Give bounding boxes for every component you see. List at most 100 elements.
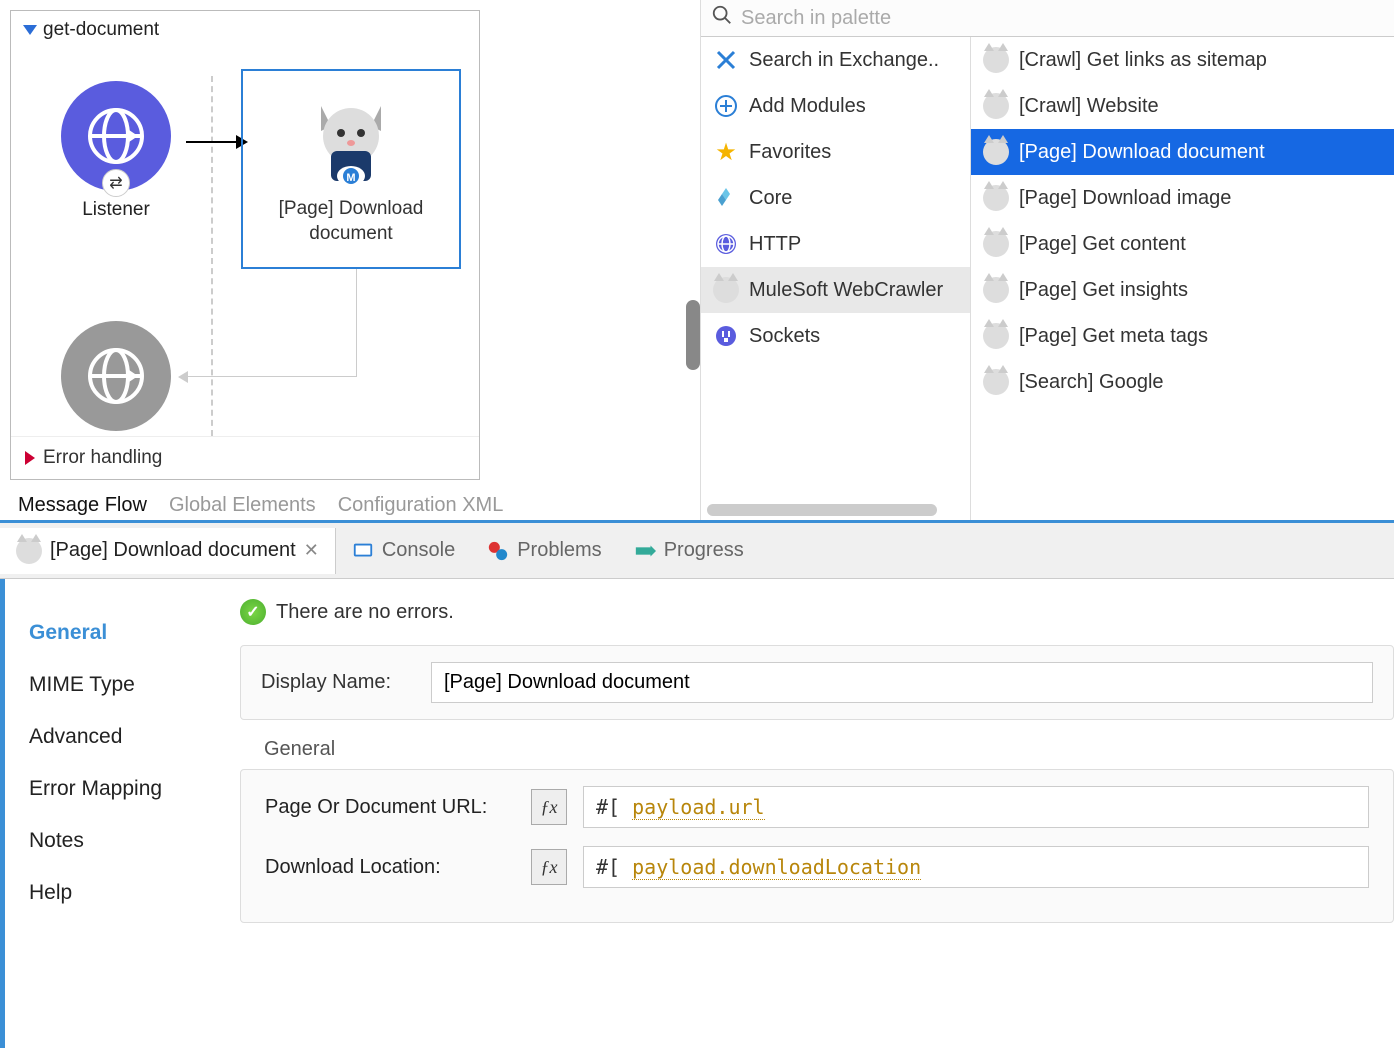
properties-main: ✓ There are no errors. Display Name: Gen… bbox=[220, 579, 1394, 1048]
divider-line bbox=[211, 76, 213, 436]
cat-icon bbox=[983, 185, 1009, 211]
exchange-icon bbox=[713, 47, 739, 73]
tab-console[interactable]: Console bbox=[336, 529, 471, 572]
props-tab-general[interactable]: General bbox=[23, 607, 202, 659]
display-name-input[interactable] bbox=[431, 662, 1373, 703]
palette-op--page-get-content[interactable]: [Page] Get content bbox=[971, 221, 1394, 267]
canvas-area: get-document ⇄ Listener bbox=[0, 0, 700, 520]
listener-icon: ⇄ bbox=[61, 81, 171, 191]
cat-icon bbox=[16, 538, 42, 564]
cat-icon bbox=[983, 277, 1009, 303]
palette-category-add-modules[interactable]: Add Modules bbox=[701, 83, 970, 129]
palette-op--page-download-document[interactable]: [Page] Download document bbox=[971, 129, 1394, 175]
error-handling-section[interactable]: Error handling bbox=[11, 436, 479, 479]
cat-icon bbox=[983, 47, 1009, 73]
palette-categories: Search in Exchange..Add Modules★Favorite… bbox=[701, 37, 971, 520]
props-tab-notes[interactable]: Notes bbox=[23, 815, 202, 867]
response-icon bbox=[61, 321, 171, 431]
props-tab-advanced[interactable]: Advanced bbox=[23, 711, 202, 763]
problems-icon bbox=[487, 540, 509, 562]
flow-arrow bbox=[186, 141, 246, 143]
download-label: [Page] Download document bbox=[249, 197, 453, 246]
exchange-icon: ⇄ bbox=[102, 169, 130, 197]
flow-container[interactable]: get-document ⇄ Listener bbox=[10, 10, 480, 480]
palette-op--page-get-insights[interactable]: [Page] Get insights bbox=[971, 267, 1394, 313]
general-section-title: General bbox=[264, 738, 1394, 761]
cat-icon bbox=[983, 93, 1009, 119]
location-field-row: Download Location: ƒx #[ payload.downloa… bbox=[265, 846, 1369, 888]
cat-icon bbox=[983, 369, 1009, 395]
palette-op--page-download-image[interactable]: [Page] Download image bbox=[971, 175, 1394, 221]
palette-category-favorites[interactable]: ★Favorites bbox=[701, 129, 970, 175]
display-name-group: Display Name: bbox=[240, 645, 1394, 720]
tab-progress[interactable]: Progress bbox=[618, 529, 760, 572]
connector-line-h bbox=[186, 376, 356, 377]
palette-category-http[interactable]: HTTP bbox=[701, 221, 970, 267]
status-row: ✓ There are no errors. bbox=[240, 599, 1394, 625]
horizontal-scrollbar[interactable] bbox=[707, 504, 937, 516]
scrollbar-thumb[interactable] bbox=[686, 300, 700, 370]
palette-op--page-get-meta-tags[interactable]: [Page] Get meta tags bbox=[971, 313, 1394, 359]
palette-op--search-google[interactable]: [Search] Google bbox=[971, 359, 1394, 405]
close-icon[interactable]: ✕ bbox=[304, 540, 319, 561]
search-icon bbox=[711, 4, 733, 32]
core-icon bbox=[713, 185, 739, 211]
status-text: There are no errors. bbox=[276, 601, 454, 624]
tab-label: [Page] Download document bbox=[50, 539, 296, 562]
url-field-row: Page Or Document URL: ƒx #[ payload.url bbox=[265, 786, 1369, 828]
palette-op--crawl-get-links-as-sitemap[interactable]: [Crawl] Get links as sitemap bbox=[971, 37, 1394, 83]
cat-icon bbox=[983, 231, 1009, 257]
download-document-node[interactable]: M [Page] Download document bbox=[241, 69, 461, 269]
fx-button-url[interactable]: ƒx bbox=[531, 789, 567, 825]
props-tab-error-mapping[interactable]: Error Mapping bbox=[23, 763, 202, 815]
svg-text:M: M bbox=[346, 172, 355, 184]
listener-node[interactable]: ⇄ Listener bbox=[61, 81, 171, 221]
console-icon bbox=[352, 540, 374, 562]
connector-line-v bbox=[356, 269, 357, 377]
palette-category-mulesoft-webcrawler[interactable]: MuleSoft WebCrawler bbox=[701, 267, 970, 313]
mule-palette: Search in Exchange..Add Modules★Favorite… bbox=[700, 0, 1394, 520]
cat-icon bbox=[713, 277, 739, 303]
flow-name: get-document bbox=[43, 19, 159, 41]
canvas-view-tabs: Message Flow Global Elements Configurati… bbox=[10, 480, 690, 531]
listener-label: Listener bbox=[61, 199, 171, 221]
palette-category-search-in-exchange-[interactable]: Search in Exchange.. bbox=[701, 37, 970, 83]
palette-search-row bbox=[701, 0, 1394, 37]
globe-arrow-icon bbox=[86, 106, 146, 166]
tab-problems[interactable]: Problems bbox=[471, 529, 617, 572]
display-name-label: Display Name: bbox=[261, 671, 411, 694]
webcrawler-cat-icon: M bbox=[301, 91, 401, 191]
palette-category-sockets[interactable]: Sockets bbox=[701, 313, 970, 359]
palette-op--crawl-website[interactable]: [Crawl] Website bbox=[971, 83, 1394, 129]
properties-panel: [Page] Download document ✕ Console Probl… bbox=[0, 520, 1394, 1048]
ok-icon: ✓ bbox=[240, 599, 266, 625]
props-tab-help[interactable]: Help bbox=[23, 867, 202, 919]
progress-icon bbox=[634, 540, 656, 562]
general-section: Page Or Document URL: ƒx #[ payload.url … bbox=[240, 769, 1394, 923]
fx-button-location[interactable]: ƒx bbox=[531, 849, 567, 885]
palette-operations: [Crawl] Get links as sitemap[Crawl] Webs… bbox=[971, 37, 1394, 520]
url-input[interactable]: #[ payload.url bbox=[583, 786, 1369, 828]
tab-download-document-props[interactable]: [Page] Download document ✕ bbox=[0, 528, 336, 574]
palette-search-input[interactable] bbox=[741, 7, 1384, 30]
location-input[interactable]: #[ payload.downloadLocation bbox=[583, 846, 1369, 888]
palette-category-core[interactable]: Core bbox=[701, 175, 970, 221]
properties-sidebar: GeneralMIME TypeAdvancedError MappingNot… bbox=[0, 579, 220, 1048]
collapse-icon[interactable] bbox=[23, 25, 37, 35]
cat-icon bbox=[983, 323, 1009, 349]
bottom-tabs: [Page] Download document ✕ Console Probl… bbox=[0, 523, 1394, 579]
tab-global-elements[interactable]: Global Elements bbox=[169, 494, 316, 517]
socket-icon bbox=[713, 323, 739, 349]
cat-icon bbox=[983, 139, 1009, 165]
response-node[interactable] bbox=[61, 321, 171, 431]
flow-header[interactable]: get-document bbox=[11, 11, 479, 49]
props-tab-mime-type[interactable]: MIME Type bbox=[23, 659, 202, 711]
error-label: Error handling bbox=[43, 447, 162, 469]
url-label: Page Or Document URL: bbox=[265, 796, 515, 819]
expand-icon[interactable] bbox=[25, 451, 35, 465]
star-icon: ★ bbox=[713, 139, 739, 165]
plus-icon bbox=[713, 93, 739, 119]
location-label: Download Location: bbox=[265, 856, 515, 879]
tab-message-flow[interactable]: Message Flow bbox=[18, 494, 147, 517]
tab-configuration-xml[interactable]: Configuration XML bbox=[338, 494, 504, 517]
